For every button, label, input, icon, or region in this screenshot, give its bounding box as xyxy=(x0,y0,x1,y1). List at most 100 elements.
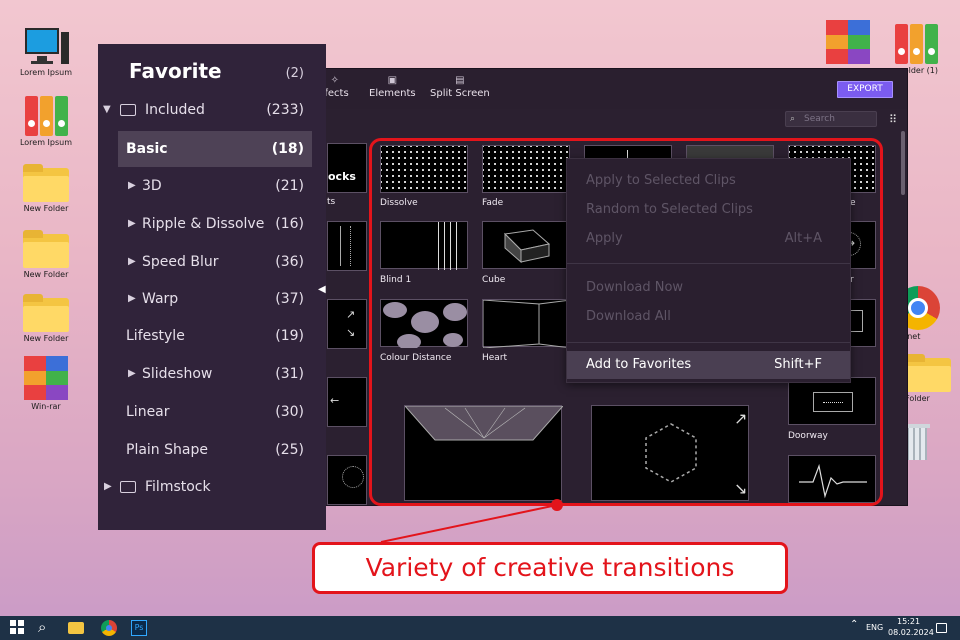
tray-chevron-up-icon[interactable]: ⌃ xyxy=(850,619,858,630)
category-count: (25) xyxy=(275,442,304,458)
category-count: (233) xyxy=(266,102,304,118)
thumbnail-partial[interactable]: ↗ ↘ xyxy=(327,299,367,349)
chevron-down-icon: ▼ xyxy=(103,104,111,115)
category-label: Filmstock xyxy=(145,479,211,495)
category-included[interactable]: ▼ Included (233) xyxy=(98,93,326,127)
tab-label: Split Screen xyxy=(430,88,490,99)
desktop-icon-label: New Folder xyxy=(23,204,69,213)
search-placeholder: Search xyxy=(804,114,835,124)
chevron-right-icon: ▶ xyxy=(128,256,136,267)
search-input[interactable]: ⌕ Search xyxy=(785,111,877,127)
computer-icon xyxy=(23,26,69,66)
category-count: (37) xyxy=(275,291,304,307)
category-label: Linear xyxy=(126,404,170,420)
chevron-right-icon: ▶ xyxy=(128,293,136,304)
thumbnail-partial[interactable] xyxy=(327,455,367,505)
category-plain-shape[interactable]: Plain Shape (25) xyxy=(98,433,326,467)
category-count: (19) xyxy=(275,328,304,344)
desktop-icon-folder[interactable]: New Folder xyxy=(14,294,78,343)
thumbnail-title: ocks xyxy=(328,170,356,183)
notification-icon[interactable] xyxy=(936,623,947,633)
category-label: Basic xyxy=(126,141,168,157)
desktop-icon-folder[interactable]: New Folder xyxy=(14,164,78,213)
thumbnail-label: ts xyxy=(327,197,336,207)
winrar-icon xyxy=(24,356,68,400)
binders-icon xyxy=(893,24,939,64)
scrollbar[interactable] xyxy=(901,131,905,195)
folder-icon xyxy=(23,230,69,268)
tab-label: Elements xyxy=(369,88,416,99)
category-filmstock[interactable]: ▶ Filmstock xyxy=(98,470,326,504)
tab-split-screen[interactable]: ▤ Split Screen xyxy=(430,75,490,99)
category-label: Plain Shape xyxy=(126,442,208,458)
category-ripple-dissolve[interactable]: ▶ Ripple & Dissolve (16) xyxy=(98,207,326,241)
category-label: 3D xyxy=(142,178,162,194)
winrar-icon xyxy=(826,20,870,64)
thumbnail-partial[interactable]: ← xyxy=(327,377,367,427)
category-speed-blur[interactable]: ▶ Speed Blur (36) xyxy=(98,245,326,279)
callout-label: Variety of creative transitions xyxy=(312,542,788,594)
category-label: Slideshow xyxy=(142,366,213,382)
image-icon: ▣ xyxy=(387,75,398,86)
category-count: (30) xyxy=(275,404,304,420)
thumbnail-stocks[interactable]: ocks xyxy=(327,143,367,193)
category-basic[interactable]: Basic (18) xyxy=(118,131,312,167)
category-warp[interactable]: ▶ Warp (37) xyxy=(98,282,326,316)
desktop-icon-label: Lorem Ipsum xyxy=(19,138,73,147)
category-linear[interactable]: Linear (30) xyxy=(98,395,326,429)
grid-view-icon[interactable]: ⠿ xyxy=(889,113,897,126)
folder-outline-icon xyxy=(120,104,136,116)
folder-icon xyxy=(905,354,951,392)
category-count: (21) xyxy=(275,178,304,194)
folder-icon xyxy=(23,294,69,332)
category-count: (31) xyxy=(275,366,304,382)
desktop-icon-label: Win-rar xyxy=(31,402,61,411)
category-label: Lifestyle xyxy=(126,328,185,344)
collapse-panel-handle[interactable]: ◀ xyxy=(318,284,326,295)
category-slideshow[interactable]: ▶ Slideshow (31) xyxy=(98,357,326,391)
desktop-icon-label: Lorem Ipsum xyxy=(19,68,73,77)
panel-count: (2) xyxy=(285,66,304,81)
chevron-right-icon: ▶ xyxy=(104,481,112,492)
clock-time[interactable]: 15:21 xyxy=(897,617,920,626)
split-screen-icon: ▤ xyxy=(455,75,465,86)
category-label: Warp xyxy=(142,291,179,307)
file-explorer-icon[interactable] xyxy=(68,622,84,634)
search-icon: ⌕ xyxy=(790,114,796,124)
favorites-panel: Favorite (2) ▼ Included (233) Basic (18)… xyxy=(98,44,326,530)
category-count: (36) xyxy=(275,254,304,270)
chevron-right-icon: ▶ xyxy=(128,218,136,229)
thumbnail-partial[interactable] xyxy=(327,221,367,271)
desktop-icon-winrar[interactable]: Win-rar xyxy=(14,356,78,411)
windows-start-icon[interactable] xyxy=(10,620,24,637)
toolbar: ✧ ffects ▣ Elements ▤ Split Screen EXPOR… xyxy=(301,69,907,109)
panel-title: Favorite xyxy=(129,59,222,83)
category-label: Included xyxy=(145,102,205,118)
desktop-icon-label: New Folder xyxy=(23,270,69,279)
desktop-icon-folder[interactable]: New Folder xyxy=(14,230,78,279)
category-count: (16) xyxy=(275,216,304,232)
desktop-icon-recycle-bin[interactable] xyxy=(900,420,960,462)
binders-icon xyxy=(23,96,69,136)
taskbar: ⌕ Ps ⌃ ENG 15:21 08.02.2024 xyxy=(0,616,960,640)
desktop-icon-binders[interactable]: Lorem Ipsum xyxy=(14,96,78,147)
category-count: (18) xyxy=(271,141,304,157)
chevron-right-icon: ▶ xyxy=(128,368,136,379)
highlight-frame xyxy=(369,138,883,506)
language-indicator[interactable]: ENG xyxy=(866,623,883,632)
desktop-icon-winrar-right[interactable] xyxy=(816,20,880,64)
chevron-right-icon: ▶ xyxy=(128,180,136,191)
search-icon[interactable]: ⌕ xyxy=(38,618,46,636)
desktop-icon-computer[interactable]: Lorem Ipsum xyxy=(14,26,78,77)
tab-elements[interactable]: ▣ Elements xyxy=(369,75,416,99)
chrome-icon[interactable] xyxy=(101,620,117,636)
category-label: Speed Blur xyxy=(142,254,219,270)
export-button[interactable]: EXPORT xyxy=(837,81,893,98)
folder-icon xyxy=(23,164,69,202)
photoshop-icon[interactable]: Ps xyxy=(131,620,147,636)
category-lifestyle[interactable]: Lifestyle (19) xyxy=(98,319,326,353)
category-3d[interactable]: ▶ 3D (21) xyxy=(98,169,326,203)
folder-outline-icon xyxy=(120,481,136,493)
desktop-icon-label: New Folder xyxy=(23,334,69,343)
clock-date[interactable]: 08.02.2024 xyxy=(888,628,934,637)
